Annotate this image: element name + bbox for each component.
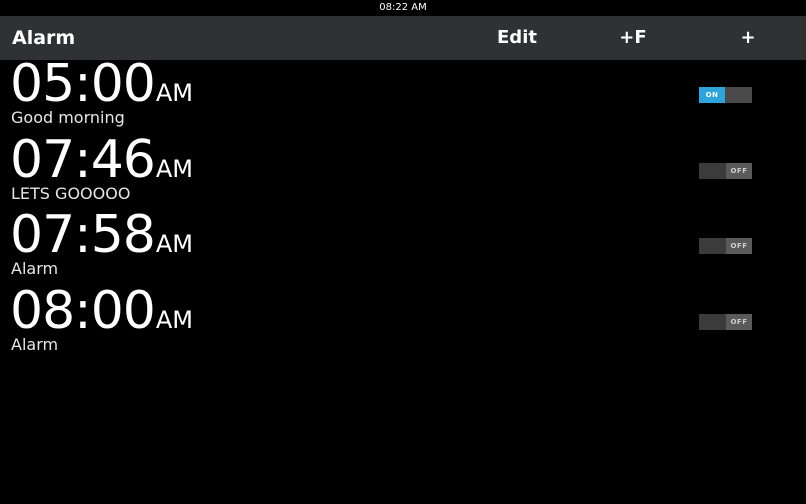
alarm-time-period: AM: [155, 154, 193, 183]
alarm-label: Alarm: [11, 259, 59, 278]
alarm-time: 08:00AM: [10, 281, 193, 341]
alarm-time-period: AM: [155, 305, 193, 334]
status-time: 08:22 AM: [379, 2, 427, 13]
alarm-row[interactable]: 08:00AM Alarm OFF: [0, 281, 806, 363]
alarm-time-period: AM: [155, 79, 193, 107]
alarm-toggle[interactable]: OFF: [699, 313, 752, 330]
alarm-time: 05:00AM: [10, 54, 193, 114]
alarm-toggle[interactable]: OFF: [699, 238, 752, 254]
toggle-thumb: OFF: [726, 162, 752, 179]
alarm-label: LETS GOOOOO: [11, 183, 131, 203]
toggle-track: [725, 87, 752, 103]
toggle-track: [699, 313, 726, 330]
toggle-track: [699, 162, 726, 179]
alarm-toggle[interactable]: ON: [699, 87, 752, 103]
add-alarm-button[interactable]: +: [728, 16, 768, 60]
alarm-label: Alarm: [11, 334, 59, 354]
alarm-toggle[interactable]: OFF: [699, 162, 752, 179]
add-favorite-button[interactable]: +F: [608, 16, 658, 60]
alarm-time-digits: 07:58: [10, 205, 156, 265]
toggle-thumb: OFF: [726, 238, 752, 254]
alarm-label: Good morning: [11, 108, 125, 127]
alarm-row[interactable]: 05:00AM Good morning ON: [0, 54, 806, 136]
alarm-time-period: AM: [155, 230, 193, 258]
toggle-thumb: ON: [699, 87, 725, 103]
alarm-time-digits: 08:00: [10, 280, 156, 341]
toggle-track: [699, 238, 726, 254]
alarm-time: 07:46AM: [10, 130, 193, 190]
alarm-time-digits: 05:00: [10, 54, 156, 114]
alarm-time-digits: 07:46: [10, 129, 156, 190]
toggle-thumb: OFF: [726, 313, 752, 330]
alarm-row[interactable]: 07:58AM Alarm OFF: [0, 205, 806, 287]
alarm-time: 07:58AM: [10, 205, 193, 265]
edit-button[interactable]: Edit: [486, 16, 548, 60]
status-bar: 08:22 AM: [0, 0, 806, 16]
alarm-row[interactable]: 07:46AM LETS GOOOOO OFF: [0, 130, 806, 212]
alarm-list: 05:00AM Good morning ON 07:46AM LETS GOO…: [0, 54, 806, 363]
